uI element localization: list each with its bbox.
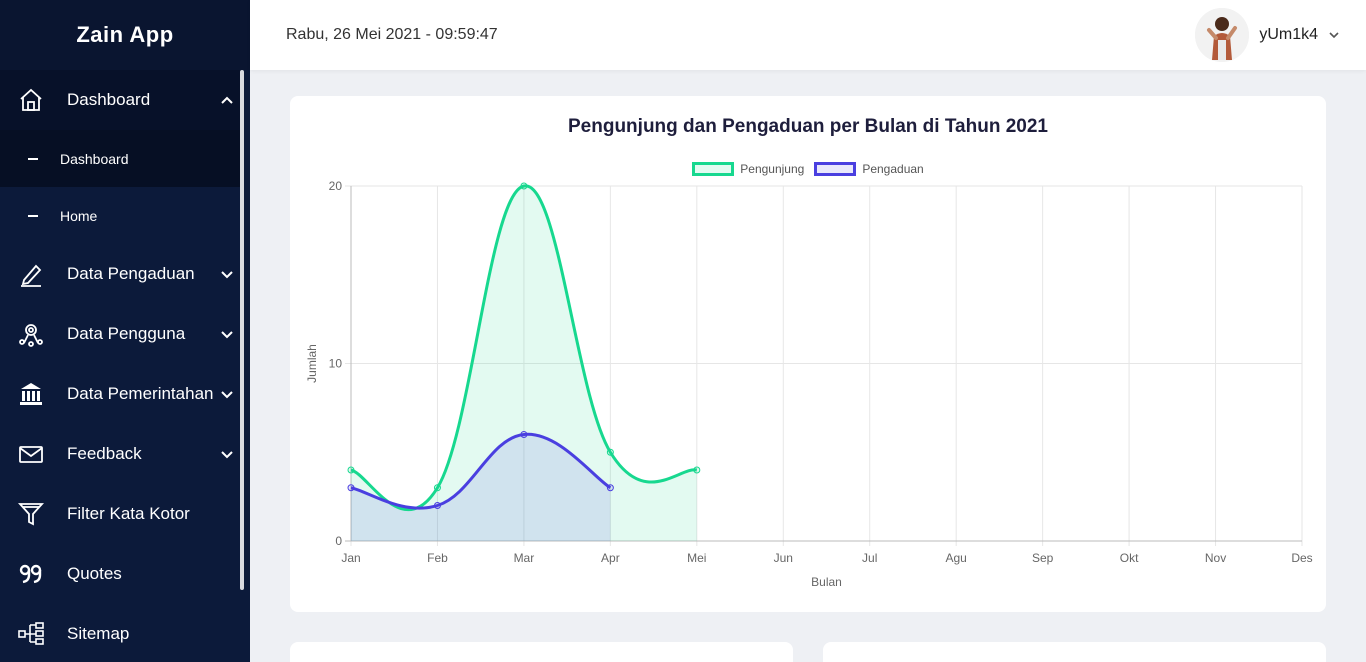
avatar (1195, 8, 1250, 62)
x-tick-label: Jun (774, 551, 793, 565)
sidebar-item-data-pengaduan[interactable]: Data Pengaduan (0, 244, 242, 304)
app-title: Zain App (0, 0, 250, 70)
x-tick-label: Feb (427, 551, 448, 565)
dash-icon (28, 157, 38, 160)
sidebar-item-data-pemerintahan[interactable]: Data Pemerintahan (0, 364, 242, 424)
home-icon (18, 87, 44, 113)
sitemap-icon (18, 621, 44, 647)
x-tick-label: Okt (1120, 551, 1139, 565)
x-tick-label: Jan (341, 551, 360, 565)
sidebar-subitem-label: Home (60, 207, 98, 224)
data-point (347, 466, 355, 474)
sidebar-item-quotes[interactable]: Quotes (0, 544, 242, 604)
x-tick-label: Sep (1032, 551, 1054, 565)
data-point (520, 431, 528, 438)
y-tick-label: 10 (329, 357, 343, 371)
sidebar-nav: Dashboard Dashboard Home Data Pengaduan … (0, 70, 242, 662)
y-axis-title: Jumlah (305, 344, 319, 383)
x-tick-label: Mar (514, 551, 535, 565)
x-tick-label: Jul (862, 551, 877, 565)
data-point (347, 484, 355, 492)
sidebar-item-sitemap[interactable]: Sitemap (0, 604, 242, 662)
data-point (606, 484, 614, 492)
sidebar-item-filter-kata-kotor[interactable]: Filter Kata Kotor (0, 484, 242, 544)
y-tick-label: 20 (329, 179, 343, 193)
chevron-down-icon (221, 451, 233, 459)
data-point (520, 182, 528, 190)
users-network-icon (18, 321, 44, 347)
funnel-icon (18, 501, 44, 527)
x-tick-label: Mei (687, 551, 706, 565)
pencil-icon (18, 261, 44, 287)
sidebar-subitem-dashboard[interactable]: Dashboard (0, 130, 242, 187)
sidebar-item-label: Dashboard (67, 90, 151, 109)
x-tick-label: Nov (1205, 551, 1226, 565)
chart-card: Pengunjung dan Pengaduan per Bulan di Ta… (290, 96, 1326, 612)
sidebar-item-label: Data Pengguna (67, 324, 186, 343)
x-axis-title: Bulan (811, 575, 842, 589)
sidebar-subitem-label: Dashboard (60, 150, 129, 167)
data-point (433, 502, 441, 509)
data-point (433, 484, 441, 492)
sidebar-subitem-home[interactable]: Home (0, 187, 242, 244)
data-point (693, 466, 701, 474)
bottom-card-left (290, 642, 793, 662)
data-point (606, 448, 614, 456)
topbar: Rabu, 26 Mei 2021 - 09:59:47 yUm1k4 (250, 0, 1366, 70)
sidebar-item-label: Filter Kata Kotor (67, 504, 190, 523)
x-tick-label: Des (1291, 551, 1312, 565)
sidebar-item-label: Quotes (67, 564, 122, 583)
sidebar-item-label: Feedback (67, 444, 142, 463)
chevron-up-icon (221, 96, 233, 104)
sidebar: Zain App Dashboard Dashboard Home Data P… (0, 0, 250, 662)
quote-icon (18, 561, 44, 587)
x-tick-label: Agu (946, 551, 967, 565)
sidebar-item-dashboard[interactable]: Dashboard (0, 70, 242, 130)
datetime-display: Rabu, 26 Mei 2021 - 09:59:47 (286, 26, 498, 43)
chevron-down-icon (221, 271, 233, 279)
chevron-down-icon (1329, 32, 1339, 39)
user-menu[interactable]: yUm1k4 (1195, 8, 1340, 62)
y-tick-label: 0 (335, 534, 342, 548)
username: yUm1k4 (1259, 26, 1318, 43)
bottom-card-right (823, 642, 1326, 662)
sidebar-scrollbar[interactable] (240, 70, 244, 590)
sidebar-item-label: Data Pengaduan (67, 264, 195, 283)
x-tick-label: Apr (601, 551, 620, 565)
bank-icon (18, 381, 44, 407)
line-chart: Jan Feb Mar Apr Mei Jun Jul Agu Sep Okt Nov Des 0 10 2… (305, 179, 1313, 589)
chevron-down-icon (221, 331, 233, 339)
sidebar-item-label: Sitemap (67, 624, 130, 643)
sidebar-item-label: Data Pemerintahan (67, 384, 214, 403)
sidebar-item-data-pengguna[interactable]: Data Pengguna (0, 304, 242, 364)
sidebar-item-feedback[interactable]: Feedback (0, 424, 242, 484)
dash-icon (28, 214, 38, 217)
envelope-icon (18, 441, 44, 467)
chevron-down-icon (221, 391, 233, 399)
